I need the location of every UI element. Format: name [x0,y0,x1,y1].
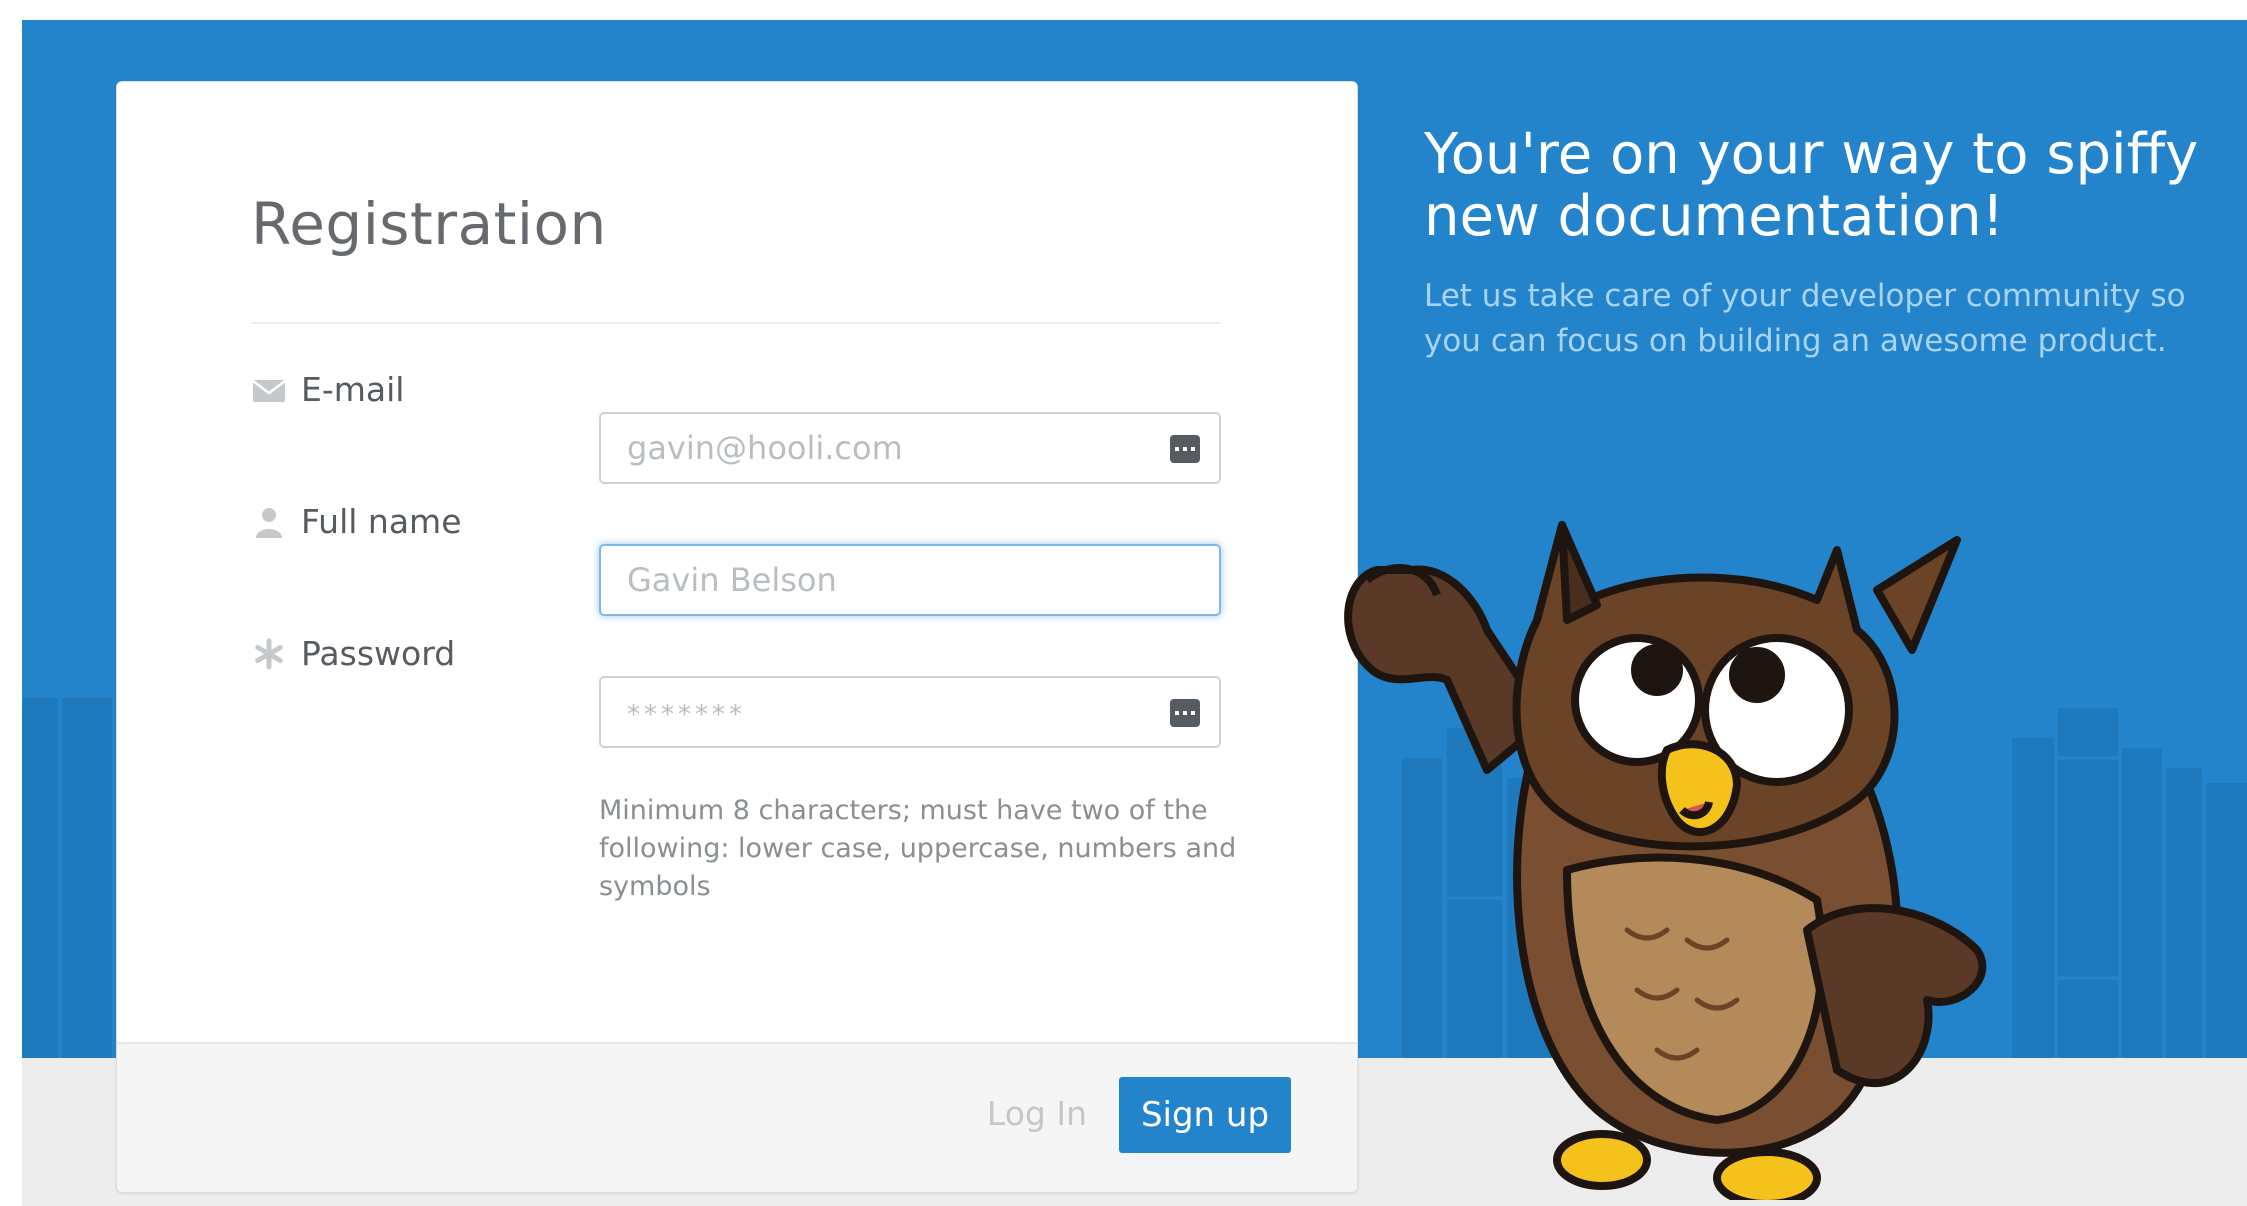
email-label: E-mail [251,370,404,410]
login-link[interactable]: Log In [987,1094,1087,1133]
fullname-field-value: Gavin Belson [627,561,837,599]
registration-card: Registration E-mail gavin@hooli.com Full… [116,81,1358,1193]
asterisk-icon [255,638,283,670]
email-field[interactable]: gavin@hooli.com [599,412,1221,484]
password-label: Password [251,634,455,674]
envelope-icon [252,380,286,402]
email-field-value: gavin@hooli.com [627,429,903,467]
signup-button[interactable]: Sign up [1119,1077,1291,1153]
password-hint: Minimum 8 characters; must have two of t… [599,795,1237,902]
password-field[interactable]: ******* [599,676,1221,748]
owl-mascot [1344,521,1987,1200]
page-title: Registration [251,190,607,258]
fullname-label: Full name [251,502,462,542]
hero-title: You're on your way to spiffy new documen… [1424,122,2199,249]
page-background: You're on your way to spiffy new documen… [22,20,2247,1206]
keyboard-icon[interactable] [1169,698,1201,728]
user-icon [256,508,282,538]
fullname-field[interactable]: Gavin Belson [599,544,1221,616]
title-divider [251,322,1221,324]
password-label-text: Password [301,634,456,673]
keyboard-icon[interactable] [1169,434,1201,464]
hero-subtitle: Let us take care of your developer commu… [1424,278,2186,359]
fullname-label-text: Full name [301,502,462,541]
email-label-text: E-mail [301,370,405,409]
password-field-value: ******* [627,700,746,730]
card-footer: Log In Sign up [117,1042,1357,1192]
